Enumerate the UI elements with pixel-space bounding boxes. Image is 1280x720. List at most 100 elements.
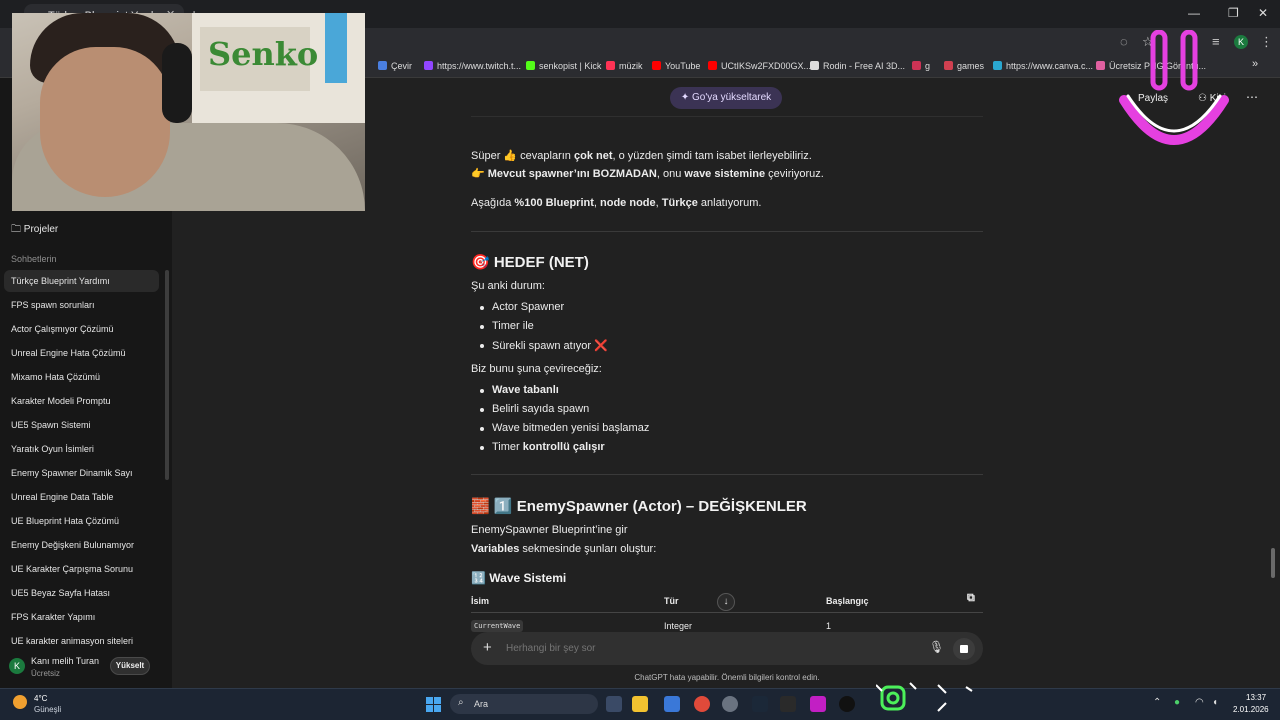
sidebar-projects[interactable]: 🗀 Projeler [11,222,58,239]
bookmark-item[interactable]: https://www.canva.c... [993,61,1093,71]
minimize-button[interactable]: — [1188,6,1200,20]
unreal-engine-icon[interactable] [839,696,855,712]
chrome-icon[interactable] [694,696,710,712]
bookmark-label: https://www.twitch.t... [437,61,522,71]
sidebar-chat-item[interactable]: Unreal Engine Hata Çözümü [4,342,159,364]
sidebar-chat-item[interactable]: Karakter Modeli Promptu [4,390,159,412]
maximize-button[interactable]: ❐ [1228,6,1239,20]
step-heading: 🧱 1️⃣ EnemySpawner (Actor) – DEĞİŞKENLER [471,498,807,515]
sidebar-chat-item[interactable]: Enemy Spawner Dinamik Sayı [4,462,159,484]
bookmark-favicon-icon [810,61,819,70]
bullet [480,446,484,450]
epic-games-icon[interactable] [780,696,796,712]
wifi-icon[interactable]: ◠ [1195,697,1204,708]
clock-date[interactable]: 2.01.2026 [1233,705,1269,714]
bookmarks-overflow-icon[interactable]: » [1252,58,1258,70]
more-options-button[interactable]: ⋯ [1246,90,1258,104]
bookmark-item[interactable]: UCtIKSw2FXD00GX... [708,61,811,71]
sidebar-chat-item[interactable]: FPS spawn sorunları [4,294,159,316]
sidebar-chat-item[interactable]: UE Blueprint Hata Çözümü [4,510,159,532]
sidebar-chat-item[interactable]: UE5 Spawn Sistemi [4,414,159,436]
tray-chevron-icon[interactable]: ⌃ [1153,697,1161,708]
projects-label: Projeler [23,224,59,235]
bullet [480,306,484,310]
bullet [480,389,484,393]
bookmark-item[interactable]: senkopist | Kick [526,61,601,71]
app-icon[interactable] [810,696,826,712]
bookmark-item[interactable]: YouTube [652,61,700,71]
taskbar-search[interactable] [450,694,598,714]
copy-icon[interactable]: ⧉ [967,592,975,605]
sidebar-chat-item[interactable]: Türkçe Blueprint Yardımı [4,270,159,292]
go-upgrade-button[interactable]: ✦ Go'ya yükseltarek [670,87,782,109]
browser-menu-icon[interactable]: ⋮ [1260,34,1273,50]
store-icon[interactable] [664,696,680,712]
scroll-down-button[interactable]: ↓ [717,593,735,611]
bookmark-item[interactable]: g [912,61,930,71]
bookmark-label: YouTube [665,61,701,71]
prompt-input[interactable] [506,643,886,654]
bookmark-item[interactable]: https://www.twitch.t... [424,61,521,71]
bookmark-favicon-icon [993,61,1002,70]
weather-temp[interactable]: 4°C [34,694,47,703]
arrow-down-icon: ↓ [723,596,729,607]
sidebar-chat-item[interactable]: Unreal Engine Data Table [4,486,159,508]
task-view-icon[interactable] [606,696,622,712]
sidebar-chat-item[interactable]: FPS Karakter Yapımı [4,606,159,628]
table-cell-code: CurrentWave [471,620,524,632]
sidebar-scrollbar[interactable] [165,270,169,480]
bookmark-item[interactable]: Rodin - Free AI 3D... [810,61,905,71]
weather-condition[interactable]: Güneşli [34,705,61,714]
attach-plus-button[interactable]: + [483,639,492,656]
bookmark-favicon-icon [652,61,661,70]
bookmark-item[interactable]: Çevir [378,61,412,71]
user-avatar[interactable]: K [9,658,25,674]
message-paragraph-3: Aşağıda %100 Blueprint, node node, Türkç… [471,197,762,209]
list-item: Wave bitmeden yenisi başlamaz [492,422,650,434]
webcam-overlay: Senko [12,13,365,211]
bookmark-favicon-icon [944,61,953,70]
list-item: Belirli sayıda spawn [492,403,590,415]
bookmark-favicon-icon [526,61,535,70]
sidebar-chat-item[interactable]: UE5 Beyaz Sayfa Hatası [4,582,159,604]
bookmark-label: https://www.canva.c... [1006,61,1094,71]
sidebar-chat-item[interactable]: UE karakter animasyon siteleri [4,630,159,652]
bookmark-favicon-icon [708,61,717,70]
steam-icon[interactable] [752,696,768,712]
sidebar-chat-item[interactable]: Yaratık Oyun İsimleri [4,438,159,460]
bullet [480,344,484,348]
stop-button[interactable] [953,638,975,660]
sidebar-chat-item[interactable]: Enemy Değişkeni Bulunamıyor [4,534,159,556]
stream-logo-overlay [1119,30,1229,145]
bookmark-label: games [957,61,985,71]
table-header: Tür [664,596,679,606]
list-item: Timer ile [492,320,534,332]
upgrade-pill-label: Go'ya yükseltarek [692,92,772,103]
sidebar-chat-item[interactable]: UE Karakter Çarpışma Sorunu [4,558,159,580]
message-paragraph-1: Süper 👍 cevapların çok net, o yüzden şim… [471,150,812,162]
sparkle-icon: ✦ [680,92,692,103]
app-icon[interactable] [722,696,738,712]
bullet [480,408,484,412]
file-explorer-icon[interactable] [632,696,648,712]
stop-icon [960,645,968,653]
bookmark-item[interactable]: müzik [606,61,643,71]
profile-avatar[interactable]: K [1234,35,1248,49]
taskbar-search-label: Ara [474,699,489,709]
volume-icon[interactable]: ◖ [1212,697,1218,708]
windows-start-icon[interactable] [426,697,441,712]
weather-sun-icon[interactable] [13,695,27,709]
clock-time[interactable]: 13:37 [1246,693,1266,702]
sidebar-chat-item[interactable]: Actor Çalışmıyor Çözümü [4,318,159,340]
user-name[interactable]: Kanı melih Turan [31,656,99,666]
bookmark-label: Rodin - Free AI 3D... [823,61,906,71]
sidebar-chat-item[interactable]: Mixamo Hata Çözümü [4,366,159,388]
table-header: Başlangıç [826,596,869,606]
close-window-button[interactable]: ✕ [1258,6,1268,20]
bookmark-item[interactable]: games [944,61,984,71]
upgrade-button[interactable]: Yükselt [110,657,150,675]
list-item: Wave tabanlı [492,384,559,396]
tray-mic-icon[interactable]: ● [1174,697,1180,708]
microphone-icon[interactable]: 🎙 [929,640,944,654]
main-scrollbar[interactable] [1271,548,1275,578]
